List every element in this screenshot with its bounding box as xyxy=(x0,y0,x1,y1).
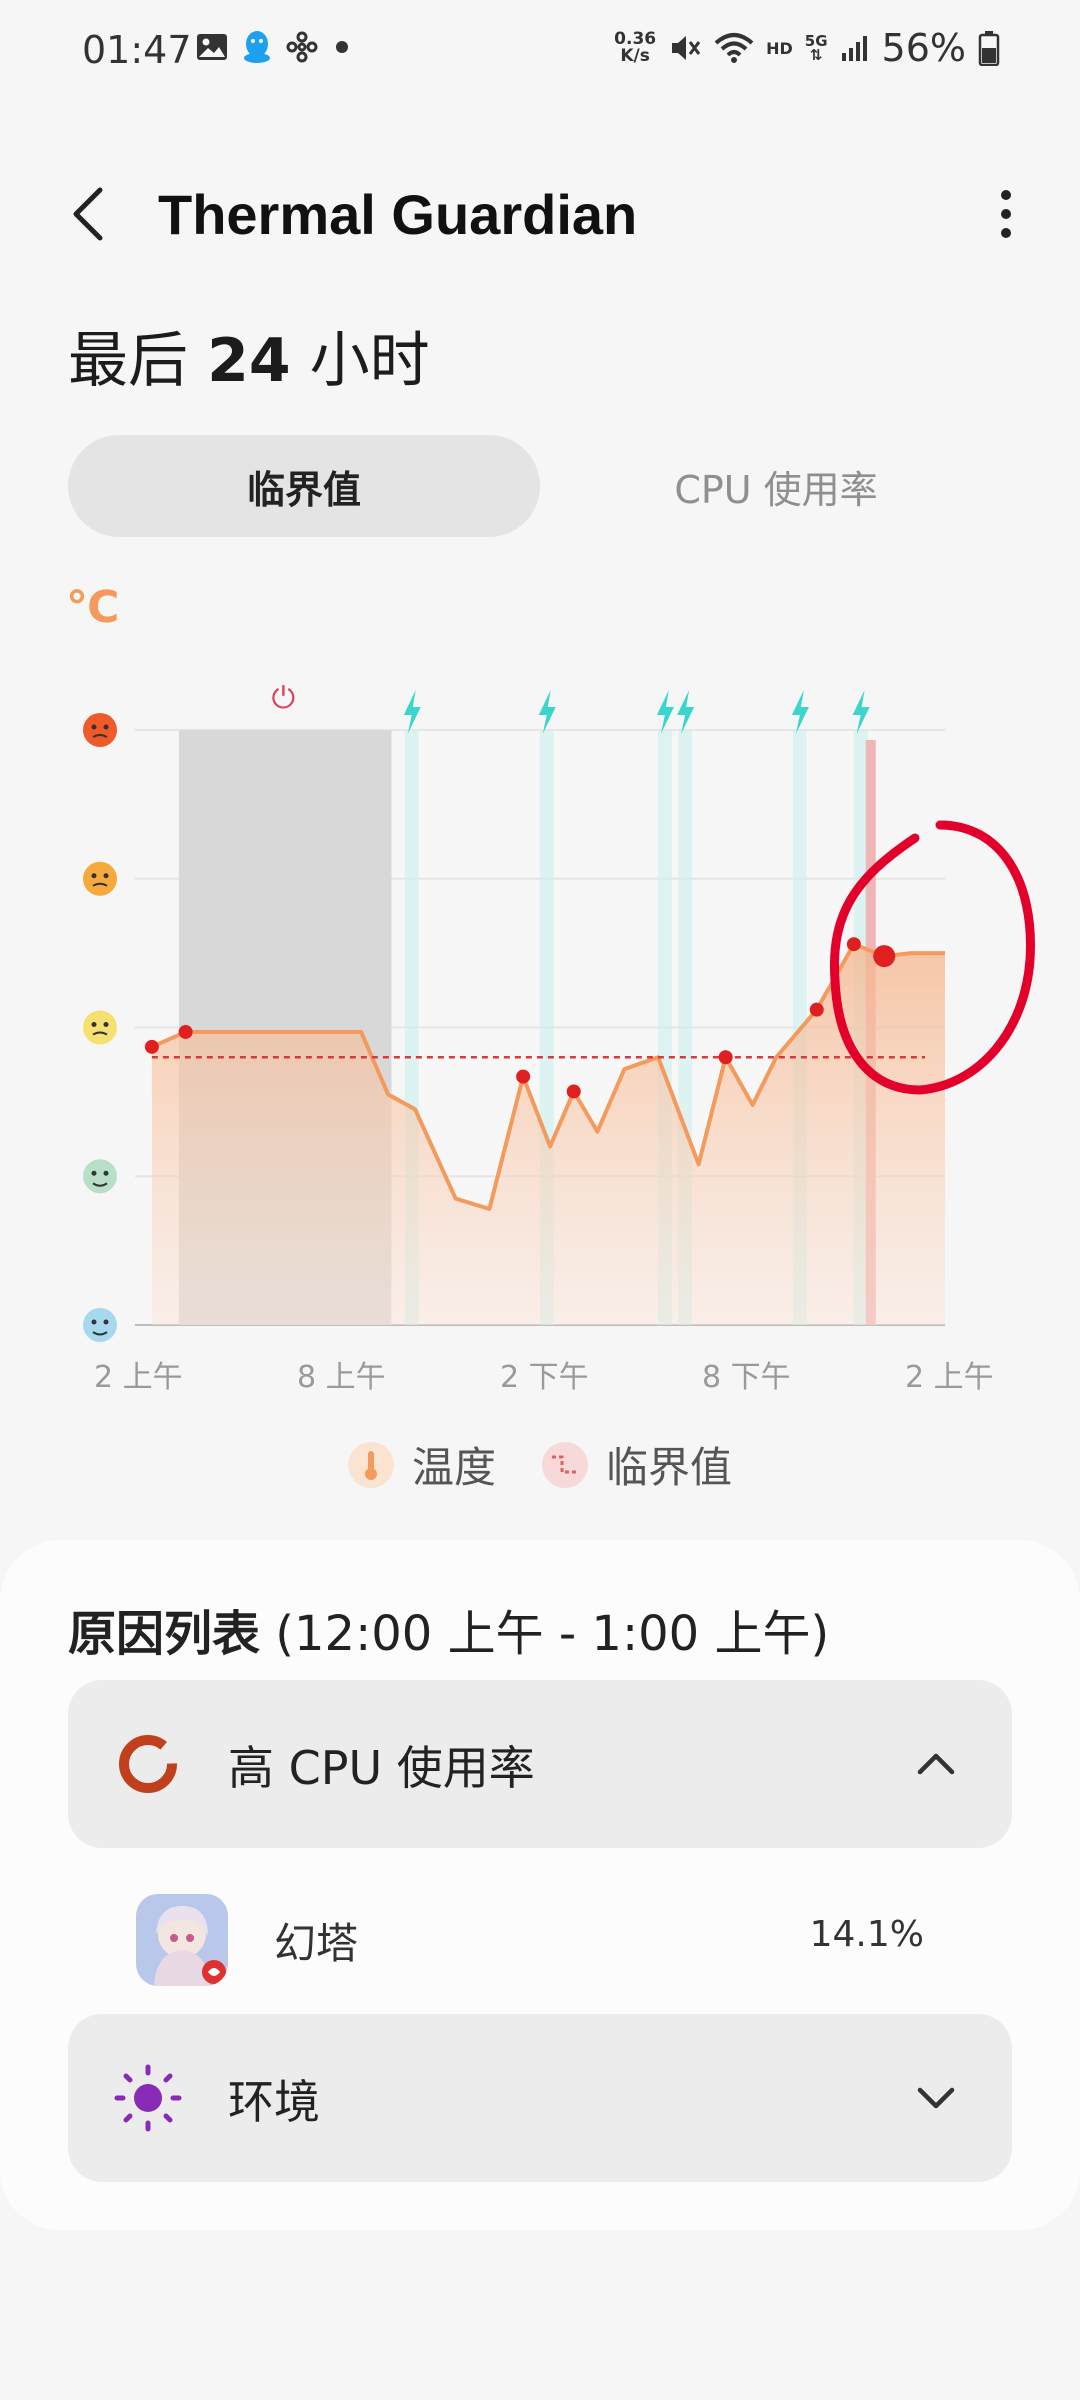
tab-threshold[interactable]: 临界值 xyxy=(68,435,540,537)
status-time: 01:47 xyxy=(82,28,192,72)
tab-cpu-usage[interactable]: CPU 使用率 xyxy=(540,435,1012,537)
reasons-title: 原因列表 (12:00 上午 - 1:00 上午) xyxy=(68,1594,829,1664)
reason-high-cpu[interactable]: 高 CPU 使用率 xyxy=(68,1680,1012,1848)
status-bar: 01:47 0.36 K/s HD 5G ⇅ 56% xyxy=(0,0,1080,100)
app-name: 幻塔 xyxy=(274,1919,359,1968)
legend-temperature: 温度 xyxy=(347,1434,496,1495)
app-bar: Thermal Guardian xyxy=(0,170,1080,260)
x-tick-label-4: 2 上午 xyxy=(905,1360,994,1395)
chart-tabs: 临界值 CPU 使用率 xyxy=(68,435,1012,537)
face-eye xyxy=(91,873,97,879)
face-eye xyxy=(103,1319,109,1325)
charging-bolt-icon xyxy=(677,690,695,734)
legend-threshold: 临界值 xyxy=(542,1434,732,1495)
temperature-point xyxy=(516,1069,531,1084)
range-suffix: 小时 xyxy=(309,326,430,396)
face-eye xyxy=(91,1022,97,1027)
cool-face-icon xyxy=(83,1159,117,1194)
battery-icon xyxy=(978,31,1000,66)
charging-bolt-icon xyxy=(791,690,809,734)
thermometer-icon xyxy=(347,1441,394,1488)
very-cold-face-icon xyxy=(83,1308,117,1342)
back-arrow-icon xyxy=(73,187,103,241)
notification-dot-icon xyxy=(336,41,348,53)
range-number: 24 xyxy=(207,326,291,396)
app-title: Thermal Guardian xyxy=(158,183,638,246)
temperature-point xyxy=(144,1039,159,1054)
face-eye xyxy=(103,873,109,879)
net-speed: 0.36 K/s xyxy=(614,31,656,65)
mute-icon xyxy=(672,36,701,60)
legend-threshold-label: 临界值 xyxy=(606,1443,733,1492)
charging-bolt-icon xyxy=(403,690,421,734)
x-tick-label-2: 2 下午 xyxy=(500,1360,589,1395)
face-base xyxy=(83,1308,117,1342)
face-eye xyxy=(91,1170,97,1176)
status-system-icons: 0.36 K/s HD 5G ⇅ 56% xyxy=(614,26,1000,70)
chevron-up-icon xyxy=(917,1753,955,1775)
data-arrows-icon: ⇅ xyxy=(809,46,823,64)
face-base xyxy=(83,861,117,896)
tower-of-fantasy-app-icon xyxy=(136,1894,228,1986)
power-icon: ⏻ xyxy=(272,681,296,716)
time-range-title: 最后 24 小时 xyxy=(68,312,430,399)
charging-bolt-icon xyxy=(852,690,870,734)
network-type: 5G ⇅ xyxy=(805,34,828,64)
face-eye xyxy=(103,724,109,730)
gallery-icon xyxy=(197,34,227,60)
legend-temperature-label: 温度 xyxy=(411,1443,496,1492)
hot-face-icon xyxy=(83,861,117,896)
sun-icon xyxy=(114,2064,182,2132)
reason-environment-label: 环境 xyxy=(228,2075,320,2129)
fan-icon xyxy=(286,31,318,63)
battery-percent: 56% xyxy=(881,26,966,70)
more-options-button[interactable] xyxy=(976,184,1036,244)
chart-legend: 温度 临界值 xyxy=(0,1434,1080,1495)
app-cpu-percent: 14.1% xyxy=(809,1914,924,1955)
threshold-step-icon xyxy=(542,1441,588,1488)
wifi-icon xyxy=(714,33,754,63)
charging-bolt-icon xyxy=(656,690,674,734)
face-eye xyxy=(103,1170,109,1176)
more-vertical-icon xyxy=(1001,190,1011,238)
back-button[interactable] xyxy=(58,184,118,244)
temperature-chart: ⏻ xyxy=(83,681,1035,1342)
face-eye xyxy=(91,724,97,730)
neutral-face-icon xyxy=(83,1010,117,1045)
temperature-point xyxy=(718,1050,733,1065)
signal-icon xyxy=(841,36,867,61)
chevron-down-icon xyxy=(917,2087,955,2109)
temperature-point xyxy=(846,937,861,952)
status-notification-icons xyxy=(196,30,352,64)
very-hot-face-icon xyxy=(83,713,117,747)
range-prefix: 最后 xyxy=(68,326,188,396)
hd-label: HD xyxy=(766,38,793,58)
reasons-title-label: 原因列表 xyxy=(68,1606,261,1662)
face-base xyxy=(83,713,117,747)
x-tick-label-3: 8 下午 xyxy=(702,1360,791,1395)
x-tick-label-1: 8 上午 xyxy=(297,1360,386,1395)
qq-penguin-icon xyxy=(244,31,270,63)
reasons-title-range: (12:00 上午 - 1:00 上午) xyxy=(260,1606,830,1662)
cpu-ring-icon xyxy=(119,1735,177,1793)
reasons-card: 原因列表 (12:00 上午 - 1:00 上午) 高 CPU 使用率 幻塔 1… xyxy=(0,1540,1080,2230)
face-eye xyxy=(103,1022,109,1027)
face-eye xyxy=(91,1319,97,1325)
face-base xyxy=(83,1159,117,1194)
temperature-point xyxy=(809,1002,824,1017)
latest-temperature-point xyxy=(873,945,896,968)
y-unit-label: ℃ xyxy=(66,582,120,633)
reason-environment[interactable]: 环境 xyxy=(68,2014,1012,2182)
temperature-point xyxy=(178,1024,193,1039)
app-item[interactable]: 幻塔 14.1% xyxy=(68,1860,1012,2010)
net-speed-unit: K/s xyxy=(620,46,650,66)
face-base xyxy=(83,1010,117,1045)
reason-high-cpu-label: 高 CPU 使用率 xyxy=(228,1741,535,1795)
charging-bolt-icon xyxy=(538,690,556,734)
temperature-point xyxy=(566,1084,581,1099)
x-tick-label-0: 2 上午 xyxy=(94,1360,183,1395)
